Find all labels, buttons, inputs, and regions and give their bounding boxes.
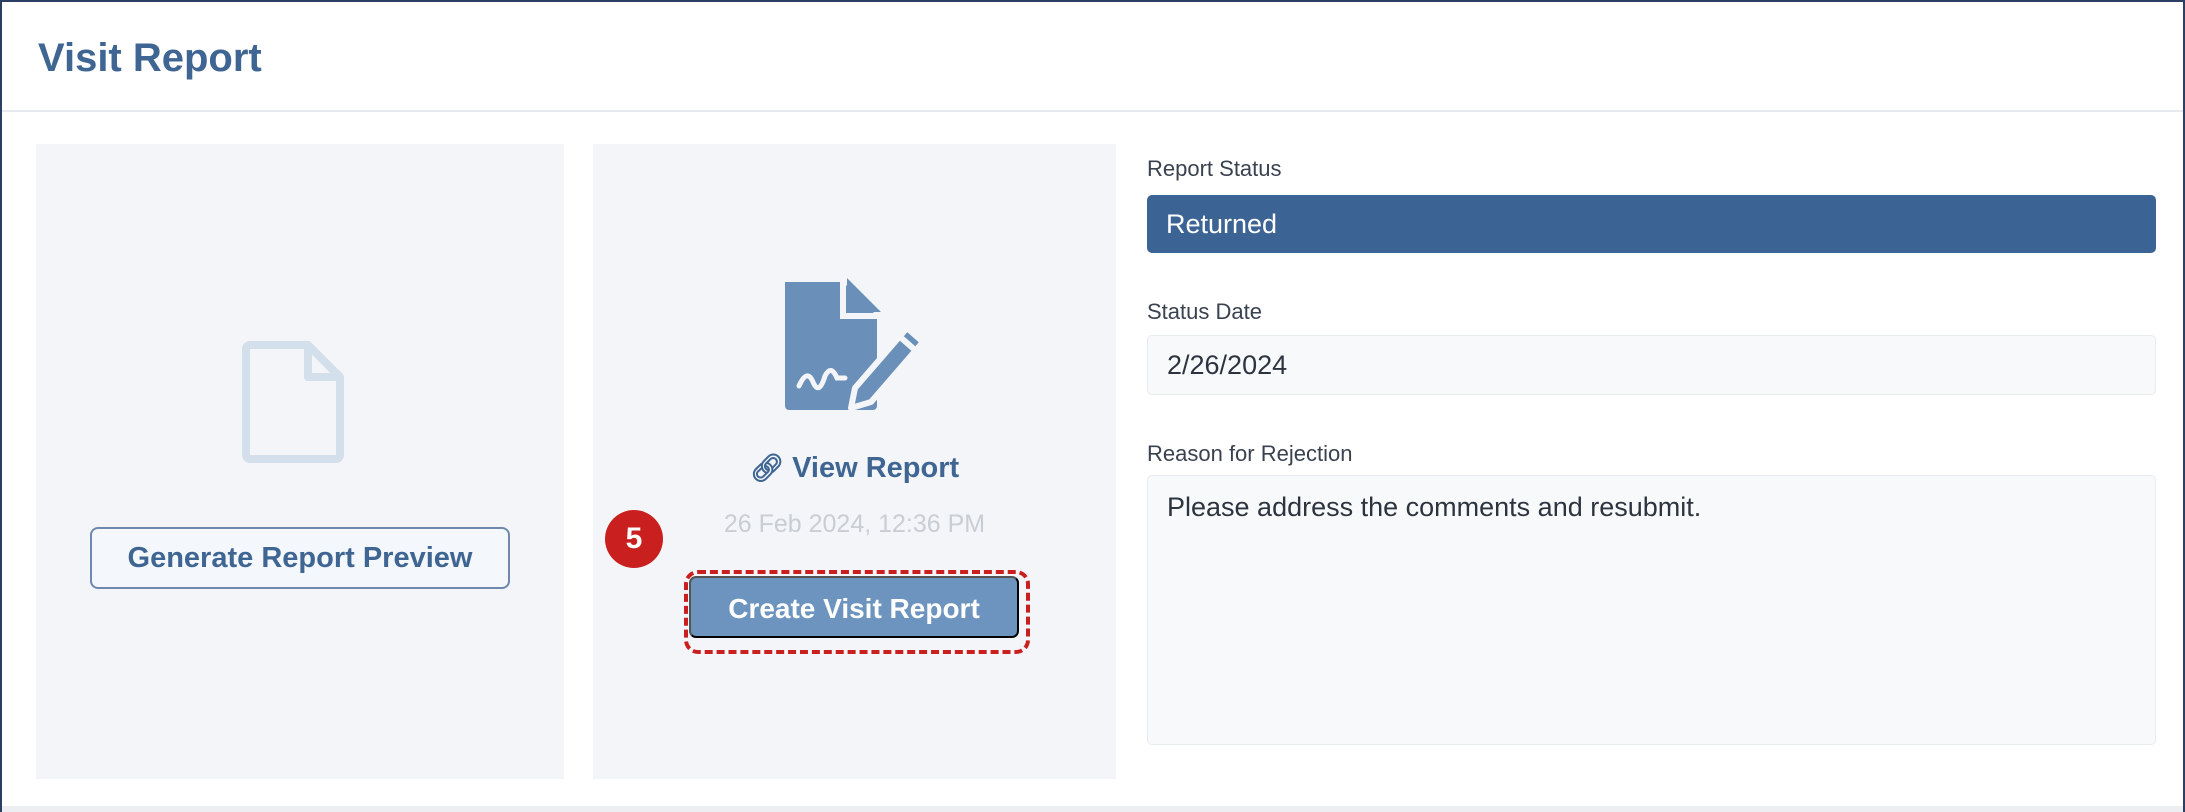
- panel-header: Visit Report: [2, 2, 2183, 112]
- view-report-label: View Report: [792, 452, 960, 484]
- view-report-link[interactable]: 🔗︎ View Report: [593, 452, 1116, 485]
- panel-title: Visit Report: [38, 36, 262, 80]
- signed-document-icon: [785, 278, 926, 411]
- reason-for-rejection-field[interactable]: Please address the comments and resubmit…: [1147, 475, 2156, 745]
- visit-report-panel: Visit Report Generate Report Preview 🔗︎ V…: [0, 0, 2185, 812]
- status-date-field: 2/26/2024: [1147, 335, 2156, 395]
- generate-report-preview-button[interactable]: Generate Report Preview: [90, 527, 510, 589]
- highlight-annotation: [684, 570, 1030, 654]
- report-status-field: Returned: [1147, 195, 2156, 253]
- preview-card: Generate Report Preview: [36, 144, 564, 779]
- reason-for-rejection-label: Reason for Rejection: [1147, 441, 1353, 466]
- panel-footer-strip: [2, 806, 2183, 812]
- report-card: 🔗︎ View Report 26 Feb 2024, 12:36 PM Crea…: [593, 144, 1116, 779]
- report-status-label: Report Status: [1147, 156, 1282, 181]
- file-outline-icon: [242, 341, 344, 463]
- step-number-badge: 5: [605, 510, 663, 568]
- link-icon: 🔗︎: [749, 453, 785, 483]
- status-date-label: Status Date: [1147, 299, 1262, 324]
- report-timestamp: 26 Feb 2024, 12:36 PM: [723, 510, 986, 538]
